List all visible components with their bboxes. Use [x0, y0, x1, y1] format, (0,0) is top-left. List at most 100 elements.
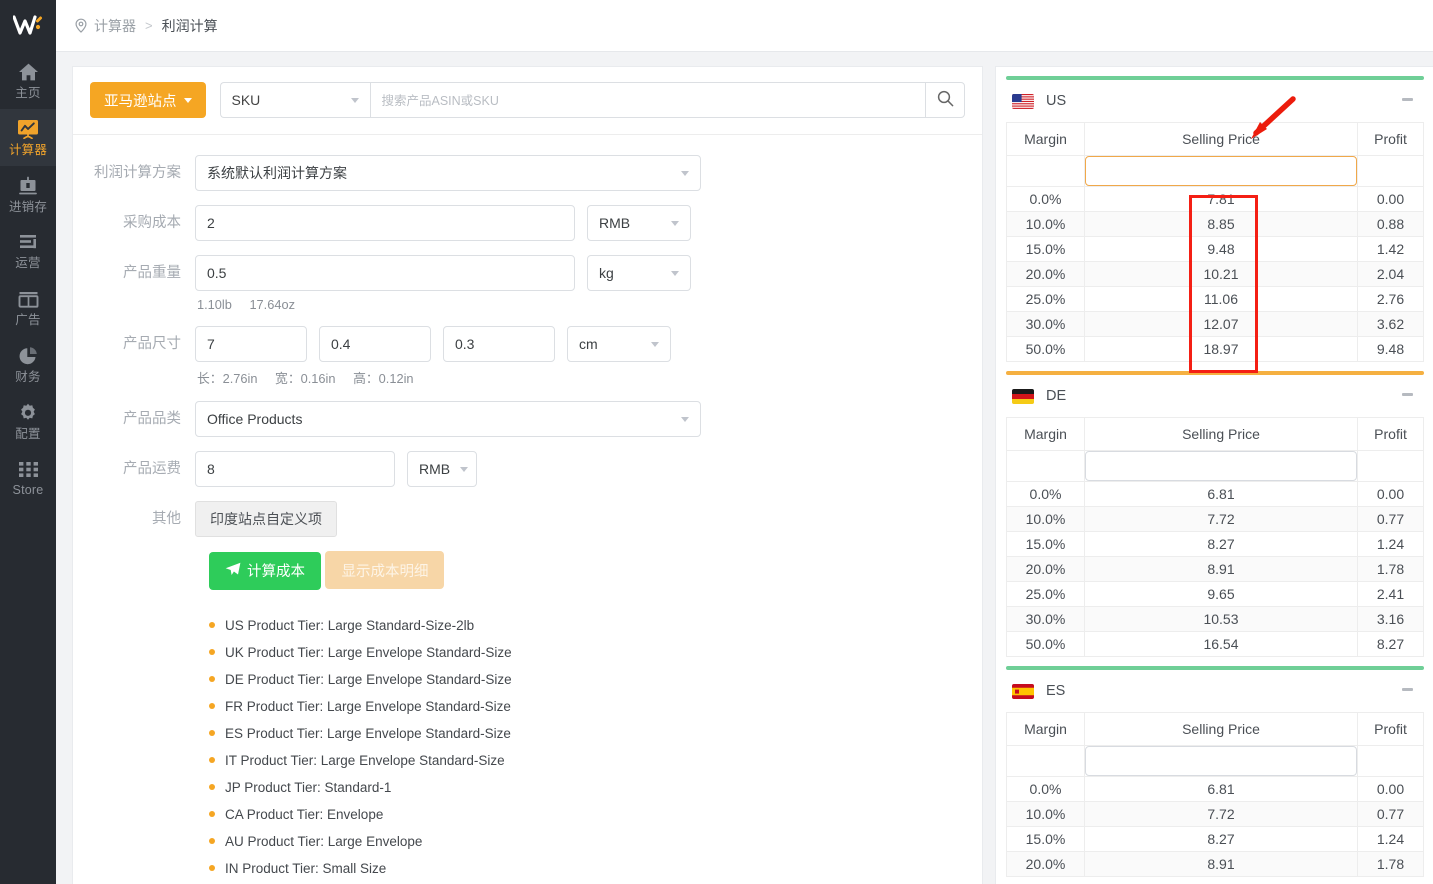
table-row: 0.0% 6.81 0.00 [1006, 776, 1424, 802]
sidebar-item-inventory[interactable]: 进销存 [0, 166, 56, 223]
app-root: 主页 计算器 进销存 运营 广告 财务 配置 Store 计算器 > 利润计算 … [0, 0, 1433, 884]
sidebar-item-label: 计算器 [8, 142, 48, 157]
profit-cell: 0.77 [1357, 506, 1424, 532]
breadcrumb-separator: > [145, 18, 153, 33]
column-header: Selling Price [1084, 712, 1358, 746]
dimension-unit-select[interactable]: cm [567, 326, 671, 362]
price-input-cell [1084, 450, 1358, 482]
collapse-de-button[interactable] [1399, 387, 1415, 401]
profit-cell: 0.00 [1357, 776, 1424, 802]
collapse-us-button[interactable] [1399, 92, 1415, 106]
weight-unit-select[interactable]: kg [587, 255, 691, 291]
dimension-height-input[interactable] [443, 326, 555, 362]
field-dimensions-label: 产品尺寸 [123, 336, 181, 352]
sidebar-item-ads[interactable]: 广告 [0, 279, 56, 336]
profit-cell: 1.24 [1357, 826, 1424, 852]
amazon-site-label: 亚马逊站点 [104, 93, 177, 110]
market-code: DE [1046, 388, 1067, 404]
sidebar-item-operations[interactable]: 运营 [0, 222, 56, 279]
purchase-cost-input[interactable] [195, 205, 575, 241]
dimension-hint-width: 宽：0.16in [275, 371, 336, 386]
margin-cell: 15.0% [1006, 826, 1085, 852]
cost-currency-select[interactable]: RMB [587, 205, 691, 241]
bullet-icon [209, 757, 215, 763]
table-row: 10.0% 8.85 0.88 [1006, 211, 1424, 237]
breadcrumb-parent[interactable]: 计算器 [94, 16, 136, 36]
market-header: DE [1006, 375, 1424, 417]
selling-price-input-de[interactable] [1085, 451, 1357, 481]
search-icon [937, 90, 954, 110]
sku-type-select[interactable]: SKU [219, 82, 370, 118]
profit-cell: 8.27 [1357, 631, 1424, 657]
market-header: US [1006, 80, 1424, 122]
market-table: Margin Selling Price Profit 0.0% 7.81 0.00 10.… [1006, 122, 1424, 362]
search-input[interactable] [369, 82, 925, 118]
field-shipping: 产品运费 RMB [73, 451, 982, 487]
tier-text: CA Product Tier: Envelope [225, 806, 384, 822]
price-input-cell [1084, 745, 1358, 777]
product-tier-list: US Product Tier: Large Standard-Size-2lb… [73, 590, 982, 884]
bullet-icon [209, 811, 215, 817]
empty-cell [1357, 745, 1424, 777]
shipping-cost-input[interactable] [195, 451, 395, 487]
dimension-hint-length: 长：2.76in [197, 371, 258, 386]
bullet-icon [209, 730, 215, 736]
profit-cell: 0.00 [1357, 481, 1424, 507]
column-header: Margin [1006, 712, 1085, 746]
tier-text: ES Product Tier: Large Envelope Standard… [225, 725, 511, 741]
india-custom-options-button[interactable]: 印度站点自定义项 [195, 501, 337, 537]
inventory-icon [18, 175, 38, 197]
selling-price-input-es[interactable] [1085, 746, 1357, 776]
dimension-length-input[interactable] [195, 326, 307, 362]
sidebar-item-store[interactable]: Store [0, 449, 56, 506]
operations-icon [18, 231, 38, 253]
market-card-us: US Margin Selling Price Profit 0.0% 7.81 0.00 1… [1006, 76, 1433, 362]
profit-cell: 9.48 [1357, 336, 1424, 362]
shipping-currency-select[interactable]: RMB [407, 451, 477, 487]
tier-text: IN Product Tier: Small Size [225, 860, 387, 876]
product-weight-input[interactable] [195, 255, 575, 291]
sidebar-item-finance[interactable]: 财务 [0, 336, 56, 393]
field-plan: 利润计算方案 系统默认利润计算方案 [73, 155, 982, 191]
margin-cell: 30.0% [1006, 311, 1085, 337]
list-item: ES Product Tier: Large Envelope Standard… [209, 720, 982, 747]
selling-price-cell: 8.27 [1084, 826, 1358, 852]
calculate-cost-button[interactable]: 计算成本 [209, 551, 321, 590]
selling-price-input-us[interactable] [1085, 156, 1357, 186]
selling-price-cell: 7.72 [1084, 506, 1358, 532]
chevron-down-icon [350, 97, 359, 103]
market-table: Margin Selling Price Profit 0.0% 6.81 0.00 10.… [1006, 417, 1424, 657]
sidebar-item-label: 配置 [15, 426, 41, 441]
sidebar-item-label: 主页 [15, 86, 41, 100]
plan-value: 系统默认利润计算方案 [207, 165, 347, 181]
tier-text: US Product Tier: Large Standard-Size-2lb [225, 617, 475, 633]
sidebar-item-calculator[interactable]: 计算器 [0, 108, 56, 166]
flag-de-icon [1012, 388, 1034, 404]
field-shipping-label: 产品运费 [123, 461, 181, 477]
category-select[interactable]: Office Products [195, 401, 701, 437]
collapse-es-button[interactable] [1399, 682, 1415, 696]
margin-cell: 10.0% [1006, 506, 1085, 532]
amazon-site-button[interactable]: 亚马逊站点 [90, 82, 206, 118]
app-logo[interactable] [0, 0, 56, 52]
search-button[interactable] [925, 82, 965, 118]
sidebar-item-settings[interactable]: 配置 [0, 393, 56, 450]
plan-select[interactable]: 系统默认利润计算方案 [195, 155, 701, 191]
dimension-width-input[interactable] [319, 326, 431, 362]
sidebar-item-label: Store [12, 483, 44, 498]
bullet-icon [209, 838, 215, 844]
table-row: 30.0% 12.07 3.62 [1006, 311, 1424, 337]
dimension-unit-value: cm [579, 336, 598, 352]
field-other: 其他 印度站点自定义项 [73, 501, 982, 537]
chevron-down-icon [651, 341, 659, 347]
selling-price-cell: 18.97 [1084, 336, 1358, 362]
gear-icon [18, 402, 38, 424]
sidebar-item-home[interactable]: 主页 [0, 52, 56, 109]
bullet-icon [209, 676, 215, 682]
profit-cell: 0.00 [1357, 186, 1424, 212]
margin-cell: 0.0% [1006, 186, 1085, 212]
calculator-card: 亚马逊站点 SKU 搜索产品ASIN或SKU 利润计算方案 系统默认利润计算方案… [72, 66, 983, 884]
table-row: 0.0% 7.81 0.00 [1006, 186, 1424, 212]
margin-cell: 20.0% [1006, 556, 1085, 582]
tier-text: DE Product Tier: Large Envelope Standard… [225, 671, 512, 687]
